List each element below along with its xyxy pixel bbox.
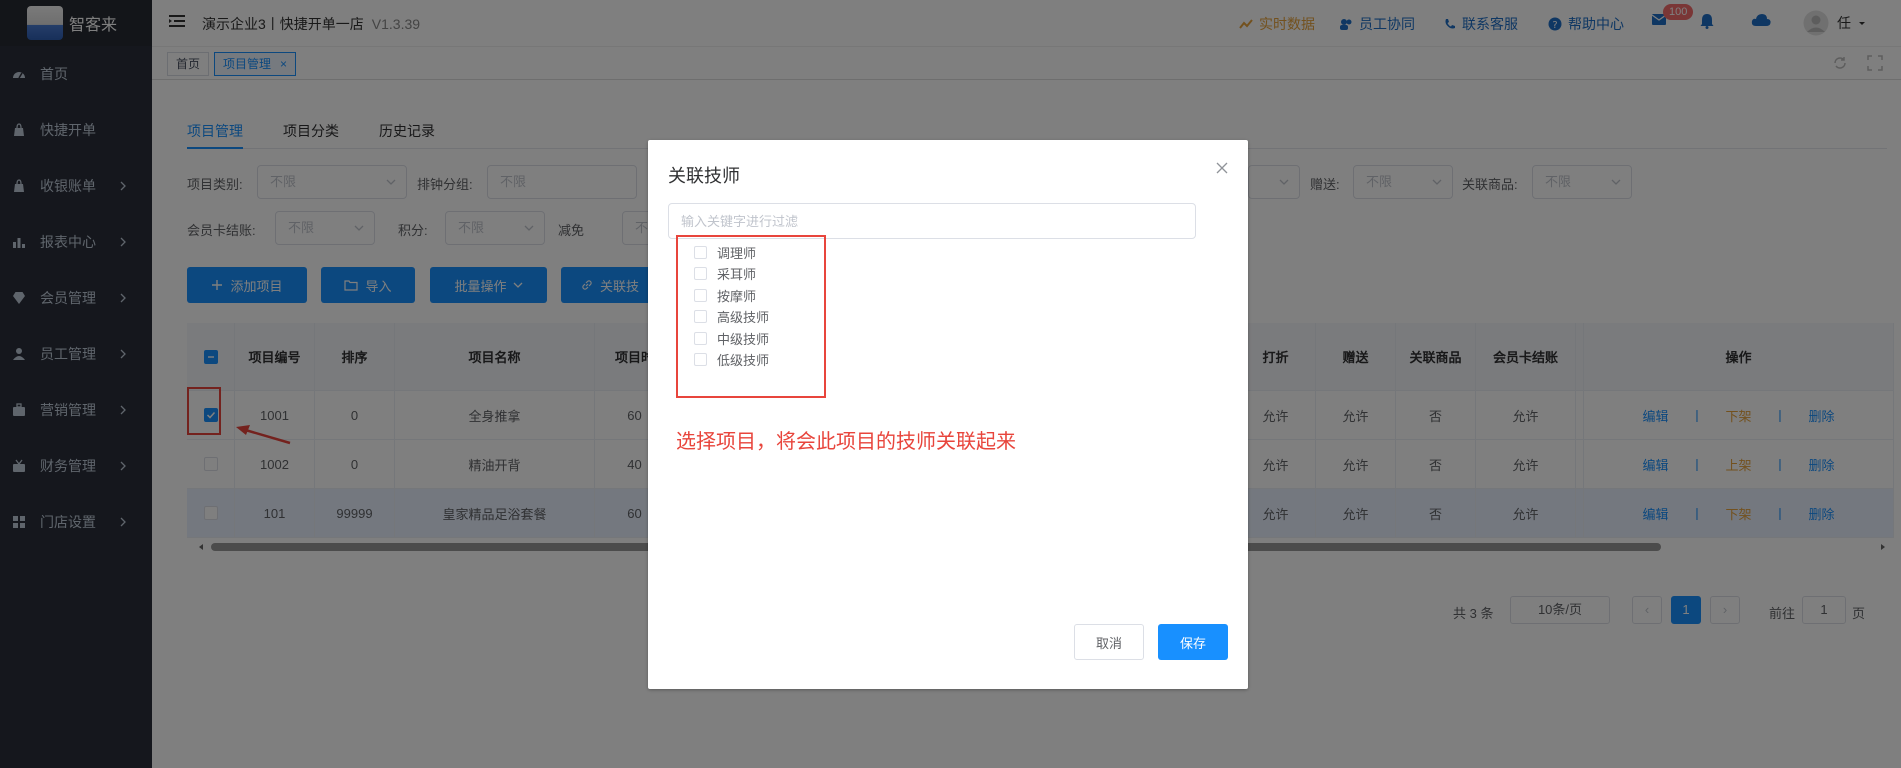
technician-checkbox[interactable] (694, 267, 707, 280)
technician-label: 调理师 (717, 245, 757, 261)
technician-checkbox[interactable] (694, 245, 707, 259)
annotation-note: 选择项目，将会此项目的技师关联起来 (676, 431, 1016, 453)
save-button[interactable]: 保存 (1158, 624, 1228, 660)
technician-checkbox[interactable] (694, 288, 707, 302)
annotation-highlight-list: 调理师采耳师按摩师高级技师中级技师低级技师 (676, 235, 826, 398)
technician-option[interactable]: 中级技师 (694, 327, 769, 349)
technician-label: 按摩师 (717, 288, 757, 304)
technician-label: 中级技师 (717, 331, 770, 347)
technician-checkbox[interactable] (694, 331, 707, 345)
technician-option[interactable]: 采耳师 (694, 263, 756, 285)
close-icon[interactable] (1216, 162, 1228, 174)
technician-option[interactable]: 按摩师 (694, 284, 756, 306)
link-technician-dialog: 关联技师 调理师采耳师按摩师高级技师中级技师低级技师 选择项目，将会此项目的技师… (648, 140, 1248, 689)
technician-option[interactable]: 调理师 (694, 241, 756, 263)
technician-option[interactable]: 低级技师 (694, 349, 769, 371)
technician-checkbox[interactable] (694, 353, 707, 366)
technician-checkbox[interactable] (694, 310, 707, 323)
technician-filter-input[interactable] (668, 203, 1196, 239)
dialog-title: 关联技师 (668, 166, 740, 186)
cancel-button[interactable]: 取消 (1074, 624, 1144, 660)
technician-option[interactable]: 高级技师 (694, 306, 769, 328)
technician-label: 高级技师 (717, 310, 770, 325)
technician-label: 采耳师 (717, 267, 757, 282)
technician-label: 低级技师 (717, 353, 770, 368)
